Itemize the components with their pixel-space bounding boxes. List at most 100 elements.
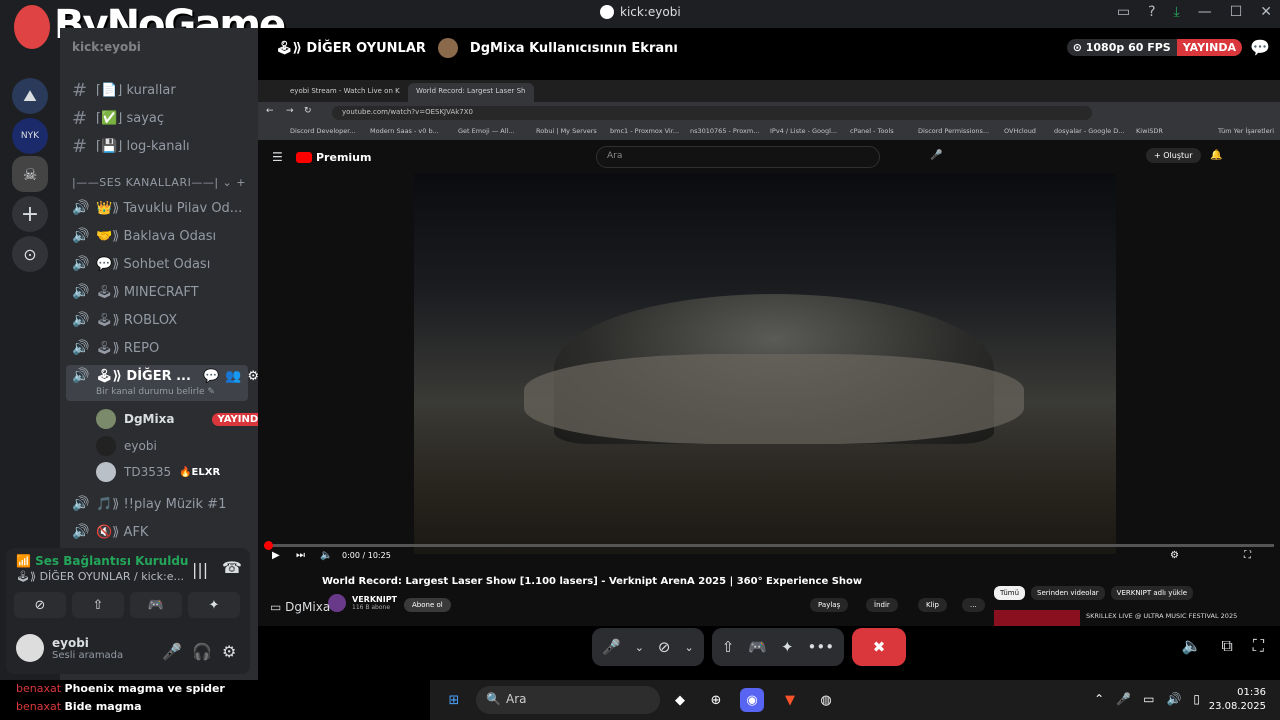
screen-share-button[interactable]: ⇧	[72, 592, 124, 618]
text-channel-sayac[interactable]: # ⌈✅⌋ sayaç	[72, 108, 164, 129]
bookmark[interactable]: bmc1 - Proxmox Vir...	[610, 127, 679, 135]
noise-suppression-icon[interactable]: |||	[192, 560, 208, 579]
url-field[interactable]: youtube.com/watch?v=OESKJVAk7X0	[332, 106, 1092, 120]
activity-button[interactable]: 🎮	[130, 592, 182, 618]
voice-channel-link[interactable]: 🕹⟫ DİĞER OYUNLAR / kick:e...	[16, 570, 184, 583]
disconnect-icon[interactable]: ☎	[222, 558, 242, 577]
voice-channel[interactable]: 🔊 💬⟫ Sohbet Odası	[72, 256, 210, 272]
text-channel-kurallar[interactable]: # ⌈📄⌋ kurallar	[72, 80, 176, 101]
download-icon[interactable]: ⤓	[1174, 4, 1180, 20]
channel-status[interactable]: Bir kanal durumu belirle ✎	[96, 387, 215, 397]
minimize-button[interactable]: —	[1198, 4, 1212, 20]
volume-icon[interactable]: 🔈	[1181, 636, 1201, 656]
channel-user[interactable]: DgMixa YAYINDA	[96, 409, 271, 429]
bookmark[interactable]: KiwiSDR	[1136, 127, 1163, 135]
text-channel-log[interactable]: # ⌈💾⌋ log-kanalı	[72, 136, 190, 157]
bookmark[interactable]: Tüm Yer İşaretleri	[1218, 127, 1274, 135]
microphone-icon[interactable]: 🎤	[1116, 692, 1131, 706]
steam-icon[interactable]: ◍	[814, 688, 838, 712]
download-button[interactable]: İndir	[866, 598, 898, 612]
channel-user[interactable]: eyobi	[96, 436, 157, 456]
chip[interactable]: VERKNIPT adlı yükle	[1110, 586, 1194, 600]
taskbar-search[interactable]: 🔍 Ara	[476, 686, 660, 714]
chat-icon[interactable]: 💬	[203, 369, 219, 384]
fullscreen-icon[interactable]: ⛶	[1244, 550, 1251, 561]
bookmark[interactable]: Discord Permissions...	[918, 127, 989, 135]
fullscreen-icon[interactable]: ⛶	[1253, 636, 1264, 656]
chevron-down-icon[interactable]: ⌄	[635, 641, 644, 654]
more-icon[interactable]: •••	[808, 638, 835, 656]
activity-icon[interactable]: 🎮	[748, 638, 767, 656]
headphones-icon[interactable]: 🎧	[192, 642, 212, 661]
clip-button[interactable]: Klip	[918, 598, 947, 612]
play-icon[interactable]: ▶	[272, 550, 280, 561]
progress-handle[interactable]	[264, 541, 273, 550]
menu-icon[interactable]: ☰	[272, 150, 283, 164]
volume-icon[interactable]: 🔊	[1166, 692, 1181, 706]
popout-icon[interactable]: ⧉	[1221, 636, 1232, 656]
help-icon[interactable]: ?	[1148, 4, 1155, 20]
discord-icon[interactable]: ◉	[740, 688, 764, 712]
channel-avatar[interactable]	[328, 594, 346, 612]
bookmark[interactable]: Discord Developer...	[290, 127, 356, 135]
app-icon[interactable]: ⊕	[704, 688, 728, 712]
channel-user[interactable]: TD3535 🔥ELXR	[96, 462, 220, 482]
voice-channel[interactable]: 🔊 👑⟫ Tavuklu Pilav Od...	[72, 200, 242, 216]
youtube-logo[interactable]: Premium	[296, 151, 371, 164]
bookmark[interactable]: Robui | My Servers	[536, 127, 597, 135]
reload-icon[interactable]: ↻	[304, 106, 312, 116]
volume-icon[interactable]: 🔈	[320, 550, 332, 561]
server-icon[interactable]: ⛰	[12, 78, 48, 114]
progress-bar[interactable]	[264, 541, 1274, 550]
youtube-search-input[interactable]: Ara	[596, 146, 880, 168]
stop-stream-button[interactable]: ✖	[852, 628, 907, 666]
soundboard-icon[interactable]: ✦	[781, 638, 794, 656]
create-button[interactable]: + Oluştur	[1146, 148, 1201, 163]
more-button[interactable]: ...	[962, 598, 985, 612]
chip[interactable]: Tümü	[994, 586, 1026, 600]
microphone-icon[interactable]: 🎤	[602, 638, 621, 656]
network-icon[interactable]: ▭	[1143, 692, 1154, 706]
chevron-up-icon[interactable]: ⌃	[1094, 692, 1104, 706]
voice-channel[interactable]: 🔊 🕹⟫ MINECRAFT	[72, 284, 199, 300]
chat-icon[interactable]: 💬	[1250, 38, 1270, 57]
subscribe-button[interactable]: Abone ol	[404, 598, 451, 612]
gear-icon[interactable]: ⚙	[222, 642, 236, 661]
bookmark[interactable]: Get Emoji — All...	[458, 127, 515, 135]
forward-icon[interactable]: →	[286, 106, 294, 116]
bookmark[interactable]: dosyalar - Google D...	[1054, 127, 1124, 135]
voice-status[interactable]: 📶 Ses Bağlantısı Kuruldu	[16, 554, 188, 568]
voice-channel[interactable]: 🔊 🤝⟫ Baklava Odası	[72, 228, 216, 244]
server-icon[interactable]: NYK	[12, 118, 48, 154]
add-server-icon[interactable]: +	[12, 196, 48, 232]
start-icon[interactable]: ⊞	[442, 688, 466, 712]
settings-icon[interactable]: ⚙	[1170, 550, 1179, 561]
bookmark[interactable]: ns3010765 - Proxm...	[690, 127, 759, 135]
microphone-icon[interactable]: 🎤	[162, 642, 182, 661]
voice-category[interactable]: |——SES KANALLARI——| ⌄ +	[72, 176, 246, 189]
voice-channel[interactable]: 🔊 🕹⟫ REPO	[72, 340, 159, 356]
video-player[interactable]	[414, 174, 1116, 554]
camera-off-icon[interactable]: ⊘	[658, 638, 671, 656]
brave-icon[interactable]: ▼	[778, 688, 802, 712]
browser-tab[interactable]: eyobi Stream - Watch Live on K	[282, 83, 408, 102]
app-icon[interactable]: ◆	[668, 688, 692, 712]
mic-icon[interactable]: 🎤	[930, 150, 942, 161]
server-icon[interactable]: ☠	[12, 156, 48, 192]
clock[interactable]: 01:36 23.08.2025	[1209, 686, 1266, 714]
voice-channel[interactable]: 🔊 🎵⟫ !!play Müzik #1	[72, 496, 226, 512]
chevron-down-icon[interactable]: ⌄	[684, 641, 693, 654]
server-name[interactable]: kick:eyobi	[72, 40, 141, 54]
back-icon[interactable]: ←	[266, 106, 274, 116]
soundboard-button[interactable]: ✦	[188, 592, 240, 618]
share-button[interactable]: Paylaş	[810, 598, 849, 612]
recommended-video[interactable]: SKRILLEX LIVE @ ULTRA MUSIC FESTIVAL 202…	[994, 610, 1274, 626]
browser-tab-active[interactable]: World Record: Largest Laser Sh	[408, 83, 534, 102]
maximize-button[interactable]: ☐	[1230, 4, 1243, 20]
voice-channel-active[interactable]: 🔊 🕹⟫ DİĞER ... 💬 👥 ⚙	[72, 368, 259, 384]
camera-off-button[interactable]: ⊘	[14, 592, 66, 618]
battery-icon[interactable]: ▯	[1193, 692, 1200, 706]
next-icon[interactable]: ⏭	[296, 550, 305, 561]
channel-info[interactable]: VERKNIPT 116 B abone	[328, 594, 397, 612]
voice-channel[interactable]: 🔊 🕹⟫ ROBLOX	[72, 312, 177, 328]
